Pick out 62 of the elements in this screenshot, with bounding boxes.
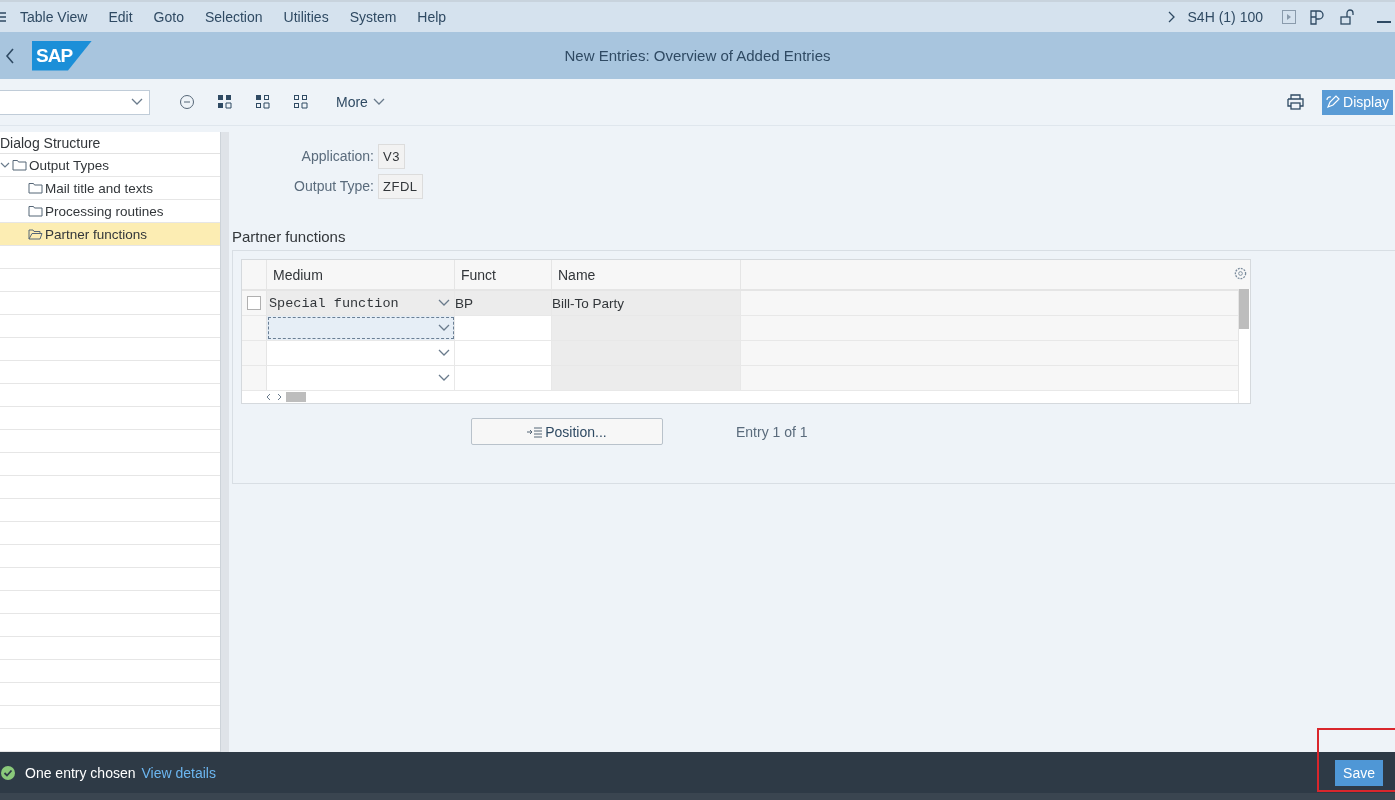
section-title: Partner functions [232,228,347,246]
dropdown-chevron-icon[interactable] [438,349,450,357]
column-header[interactable]: Medium [267,260,455,289]
print-icon[interactable] [1287,94,1305,110]
sap-logo: SAP [32,40,92,71]
name-cell: Bill-To Party [552,291,741,315]
field-label: Output Type: [293,178,375,194]
scroll-thumb[interactable] [1239,289,1249,329]
system-info: S4H (1) 100 [1187,9,1263,25]
more-chevron-icon[interactable] [372,98,385,106]
row-checkbox[interactable] [247,296,261,310]
funct-field[interactable] [455,316,552,340]
open-folder-icon [28,228,43,240]
menu-icon[interactable] [0,11,6,23]
tree-item[interactable]: Mail title and texts [0,177,220,200]
menu-item[interactable]: Edit [108,9,133,25]
medium-dropdown[interactable]: Special function [267,291,455,315]
dropdown-chevron-icon[interactable] [438,374,450,382]
folder-icon [28,205,43,217]
expand-chevron-icon[interactable] [0,161,10,169]
funct-field[interactable] [455,341,552,365]
window-title: New Entries: Overview of Added Entries [564,47,831,64]
layout-icon[interactable] [1310,9,1326,25]
dropdown-chevron-icon[interactable] [438,324,450,332]
unlock-icon[interactable] [1340,9,1356,25]
chevron-right-icon[interactable] [1167,11,1176,23]
medium-dropdown[interactable] [267,316,455,340]
field-label: Application: [300,148,375,164]
folder-icon [28,182,43,194]
readonly-field: ZFDL [378,173,423,199]
column-header[interactable]: Funct [455,260,552,289]
menu-item[interactable]: Table View [20,9,88,25]
scroll-thumb[interactable] [286,392,306,402]
play-icon[interactable] [1282,10,1296,24]
minus-circle-icon[interactable] [179,94,195,110]
deselect-all-icon[interactable] [293,94,309,110]
menu-item[interactable]: Goto [153,9,184,25]
tree-item[interactable]: Output Types [0,154,220,177]
view-details-link[interactable]: View details [141,764,216,781]
back-icon[interactable] [5,47,15,64]
menu-item[interactable]: Utilities [283,9,329,25]
entry-count: Entry 1 of 1 [736,423,808,440]
menu-item[interactable]: Selection [204,9,263,25]
panel-title: Dialog Structure [0,132,220,154]
command-field[interactable] [0,89,150,115]
tree-item[interactable]: Partner functions [0,223,220,246]
position-button[interactable]: Position... [471,418,663,445]
select-all-icon[interactable] [217,94,233,110]
status-message: One entry chosen [25,764,136,781]
dropdown-chevron-icon[interactable] [131,98,143,106]
menu-item[interactable]: System [349,9,397,25]
dropdown-chevron-icon[interactable] [438,299,450,307]
arrow-list-icon [527,425,544,438]
column-header[interactable]: Name [552,260,741,289]
readonly-field: V3 [378,143,405,169]
folder-icon [12,159,27,171]
more-button[interactable]: More [330,93,391,111]
menu-item[interactable]: Help [417,9,447,25]
funct-field[interactable]: BP [455,291,552,315]
select-block-icon[interactable] [255,94,271,110]
scroll-arrows-icon[interactable] [266,393,282,401]
settings-icon[interactable] [1234,267,1247,280]
